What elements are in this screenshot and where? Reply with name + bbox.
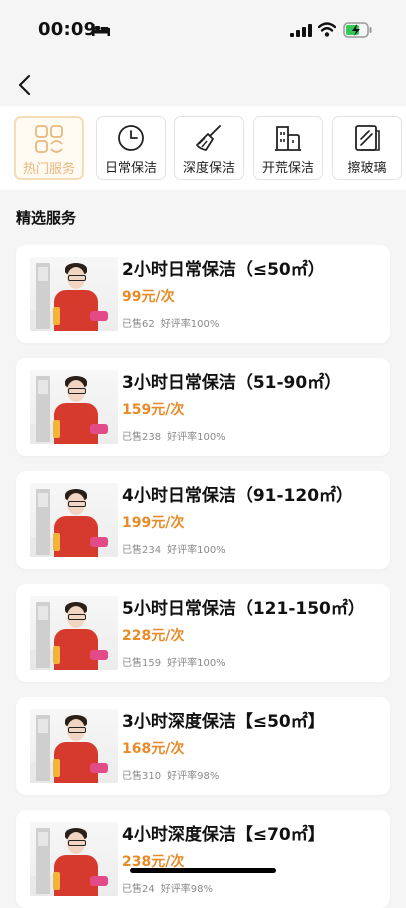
- service-sold: 已售238: [122, 432, 162, 443]
- service-rating: 好评率100%: [167, 545, 226, 556]
- service-thumbnail: [30, 596, 118, 670]
- service-title: 4小时日常保洁（91-120㎡）: [122, 486, 354, 506]
- grid-icon: [35, 125, 63, 153]
- chevron-left-icon: [19, 75, 30, 95]
- service-card[interactable]: 5小时日常保洁（121-150㎡） 228元/次 已售159 好评率100%: [16, 584, 390, 682]
- category-reclamation-cleaning[interactable]: 开荒保洁: [253, 116, 323, 180]
- category-label: 擦玻璃: [347, 161, 387, 176]
- status-bar: 00:09: [0, 0, 406, 60]
- service-price: 159元/次: [122, 402, 185, 418]
- service-meta: 已售159 好评率100%: [122, 654, 226, 669]
- service-price: 168元/次: [122, 741, 185, 757]
- service-card[interactable]: 2小时日常保洁（≤50㎡） 99元/次 已售62 好评率100%: [16, 245, 390, 343]
- service-meta: 已售310 好评率98%: [122, 767, 219, 782]
- service-sold: 已售24: [122, 884, 155, 895]
- category-hot-services[interactable]: 热门服务: [14, 116, 84, 180]
- back-button[interactable]: [10, 70, 38, 100]
- service-price: 199元/次: [122, 515, 185, 531]
- service-card[interactable]: 3小时深度保洁【≤50㎡】 168元/次 已售310 好评率98%: [16, 697, 390, 795]
- category-label: 开荒保洁: [261, 161, 314, 176]
- service-title: 3小时深度保洁【≤50㎡】: [122, 712, 325, 732]
- building-icon: [275, 126, 301, 151]
- service-meta: 已售62 好评率100%: [122, 315, 219, 330]
- service-rating: 好评率100%: [160, 319, 220, 330]
- service-card[interactable]: 4小时深度保洁【≤70㎡】 238元/次 已售24 好评率98%: [16, 810, 390, 908]
- service-meta: 已售238 好评率100%: [122, 428, 226, 443]
- category-bar: 热门服务 日常保洁 深度保洁 开荒保洁 擦玻璃: [0, 106, 406, 190]
- service-sold: 已售310: [122, 771, 162, 782]
- service-thumbnail: [30, 822, 118, 896]
- service-price: 99元/次: [122, 289, 175, 305]
- service-card[interactable]: 4小时日常保洁（91-120㎡） 199元/次 已售234 好评率100%: [16, 471, 390, 569]
- service-rating: 好评率98%: [160, 884, 213, 895]
- category-daily-cleaning[interactable]: 日常保洁: [96, 116, 166, 180]
- battery-icon: [343, 22, 372, 38]
- status-time: 00:09: [38, 19, 97, 40]
- broom-icon: [196, 125, 221, 151]
- home-indicator[interactable]: [130, 868, 276, 873]
- service-meta: 已售234 好评率100%: [122, 541, 226, 556]
- category-label: 深度保洁: [182, 161, 235, 176]
- service-title: 5小时日常保洁（121-150㎡）: [122, 599, 365, 619]
- service-price: 228元/次: [122, 628, 185, 644]
- section-title: 精选服务: [16, 209, 77, 227]
- service-thumbnail: [30, 709, 118, 783]
- bed-icon: [92, 24, 110, 36]
- signal-icon: [290, 24, 312, 37]
- service-card[interactable]: 3小时日常保洁（51-90㎡） 159元/次 已售238 好评率100%: [16, 358, 390, 456]
- category-deep-cleaning[interactable]: 深度保洁: [174, 116, 244, 180]
- clock-icon: [118, 125, 144, 151]
- service-title: 3小时日常保洁（51-90㎡）: [122, 373, 342, 393]
- category-label: 热门服务: [22, 162, 75, 177]
- service-title: 4小时深度保洁【≤70㎡】: [122, 825, 325, 845]
- service-rating: 好评率98%: [167, 771, 220, 782]
- category-window-cleaning[interactable]: 擦玻璃: [332, 116, 402, 180]
- service-thumbnail: [30, 257, 118, 331]
- service-sold: 已售234: [122, 545, 162, 556]
- wifi-icon: [318, 22, 336, 37]
- service-sold: 已售62: [122, 319, 155, 330]
- service-title: 2小时日常保洁（≤50㎡）: [122, 260, 325, 280]
- service-rating: 好评率100%: [167, 658, 226, 669]
- window-icon: [355, 125, 380, 151]
- service-sold: 已售159: [122, 658, 162, 669]
- service-rating: 好评率100%: [167, 432, 226, 443]
- category-label: 日常保洁: [104, 161, 157, 176]
- service-thumbnail: [30, 370, 118, 444]
- service-meta: 已售24 好评率98%: [122, 880, 213, 895]
- service-thumbnail: [30, 483, 118, 557]
